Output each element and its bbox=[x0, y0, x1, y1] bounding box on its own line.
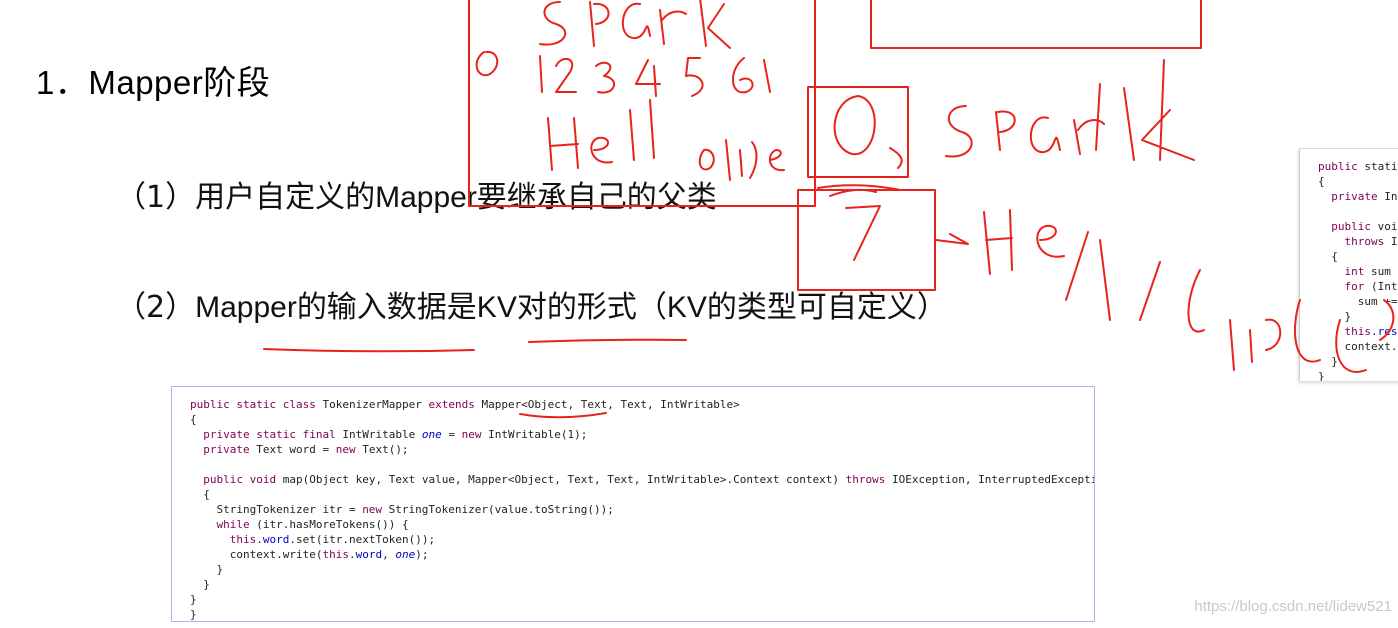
annotation-box-top bbox=[870, 0, 1202, 49]
scribble-big-zero bbox=[833, 95, 903, 169]
scribble-olhe bbox=[698, 139, 785, 181]
annotation-box-seven bbox=[797, 189, 936, 291]
annotation-box-zero bbox=[807, 86, 909, 178]
annotation-box-left bbox=[468, 0, 816, 207]
scribble-spark-right bbox=[945, 59, 1195, 161]
scribble-seven bbox=[829, 188, 881, 261]
scribble-hell bbox=[547, 99, 655, 171]
underline-mapper bbox=[263, 348, 475, 353]
handwritten-annotations bbox=[263, 0, 1395, 419]
scribble-digits bbox=[475, 50, 771, 97]
scribble-arrow bbox=[817, 184, 969, 245]
scribble-hello-right bbox=[983, 209, 1395, 373]
underline-kv bbox=[528, 338, 687, 343]
underline-object-text bbox=[519, 412, 607, 419]
scribble-spark-top bbox=[539, 0, 731, 49]
